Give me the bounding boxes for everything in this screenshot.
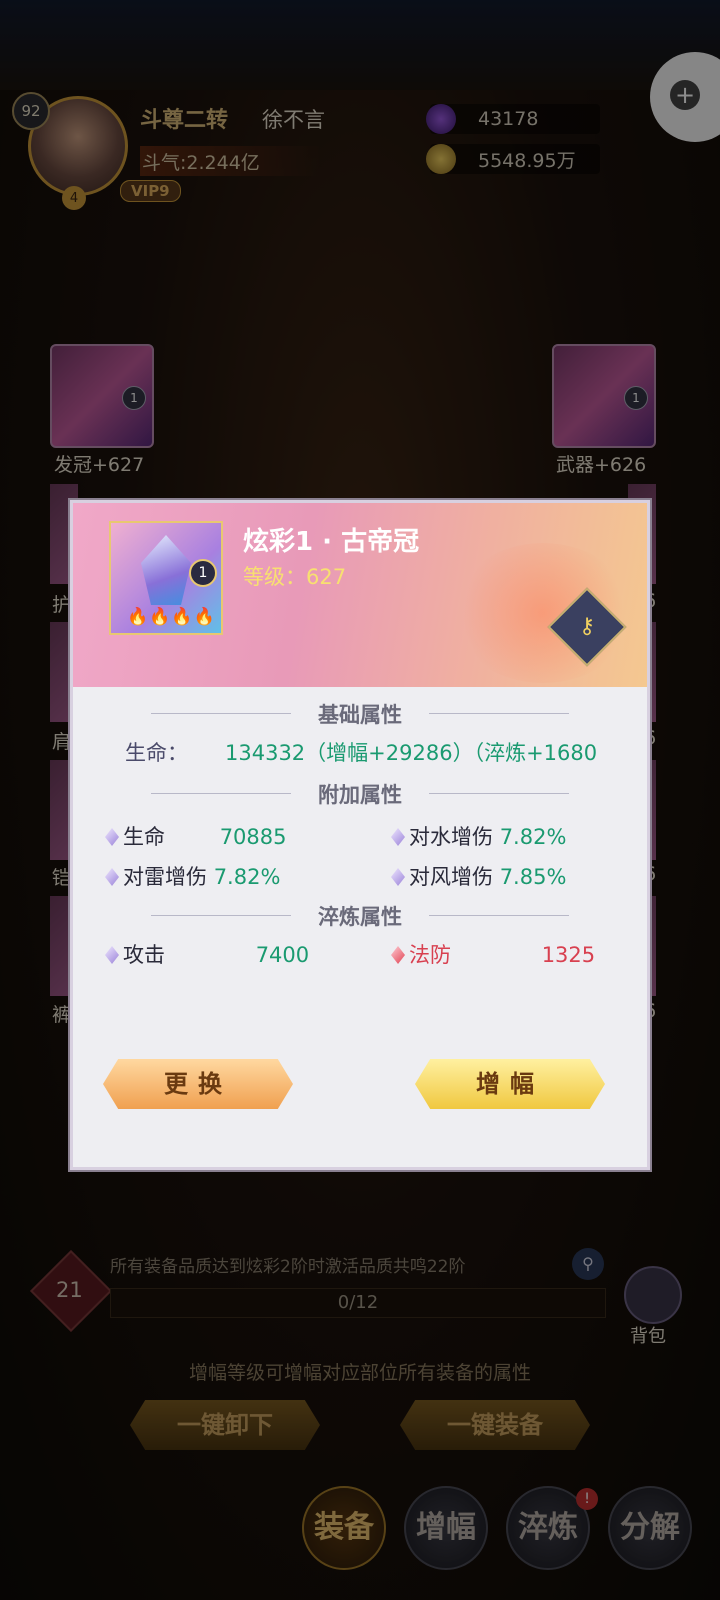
item-name: 炫彩1 · 古帝冠 — [243, 527, 420, 557]
item-badge: 1 — [189, 559, 217, 587]
lock-icon: ⚷ — [578, 614, 596, 639]
extra-attr-label: 对水增伤 — [409, 825, 493, 849]
extra-attr-value: 7.82% — [499, 825, 567, 849]
refine-attr-mdef: 法防 1325 — [391, 939, 595, 969]
extra-attr-hp: 生命 70885 — [105, 821, 287, 851]
extra-attr-water: 对水增伤 7.82% — [391, 821, 566, 851]
extra-attr-label: 对风增伤 — [409, 865, 493, 889]
item-detail-dialog: 1 🔥🔥🔥🔥 炫彩1 · 古帝冠 等级：627 ⚷ 基础属性 生命： 134332… — [70, 500, 650, 1170]
base-attr-row: 生命： 134332（增幅+29286）（淬炼+1680 — [125, 737, 625, 767]
refine-attr-label: 法防 — [409, 943, 451, 967]
extra-attr-value: 7.82% — [213, 865, 281, 889]
replace-button[interactable]: 更换 — [103, 1059, 293, 1109]
refine-attr-attack: 攻击 7400 — [105, 939, 309, 969]
crown-crystal-icon — [141, 535, 191, 605]
extra-attr-label: 生命 — [123, 825, 165, 849]
dialog-header: 1 🔥🔥🔥🔥 炫彩1 · 古帝冠 等级：627 ⚷ — [73, 503, 647, 687]
section-base-title: 基础属性 — [73, 699, 647, 729]
item-level: 等级：627 — [243, 565, 347, 589]
gem-icon — [105, 868, 119, 886]
gem-icon — [105, 946, 119, 964]
refine-attr-value: 1325 — [541, 943, 596, 967]
gem-icon — [391, 868, 405, 886]
refine-attr-value: 7400 — [255, 943, 310, 967]
extra-attr-label: 对雷增伤 — [123, 865, 207, 889]
flame-stars-icon: 🔥🔥🔥🔥 — [127, 607, 216, 627]
red-gem-icon — [391, 946, 405, 964]
base-attr-label: 生命： — [125, 741, 188, 765]
refine-attr-label: 攻击 — [123, 943, 165, 967]
section-refine-title: 淬炼属性 — [73, 901, 647, 931]
extra-attr-wind: 对风增伤 7.85% — [391, 861, 566, 891]
amplify-button[interactable]: 增幅 — [415, 1059, 605, 1109]
extra-attr-value: 70885 — [219, 825, 287, 849]
extra-attr-thunder: 对雷增伤 7.82% — [105, 861, 280, 891]
section-extra-title: 附加属性 — [73, 779, 647, 809]
extra-attr-value: 7.85% — [499, 865, 567, 889]
item-icon: 1 🔥🔥🔥🔥 — [109, 521, 223, 635]
gem-icon — [105, 828, 119, 846]
base-attr-value: 134332（增幅+29286）（淬炼+1680 — [225, 741, 598, 765]
gem-icon — [391, 828, 405, 846]
